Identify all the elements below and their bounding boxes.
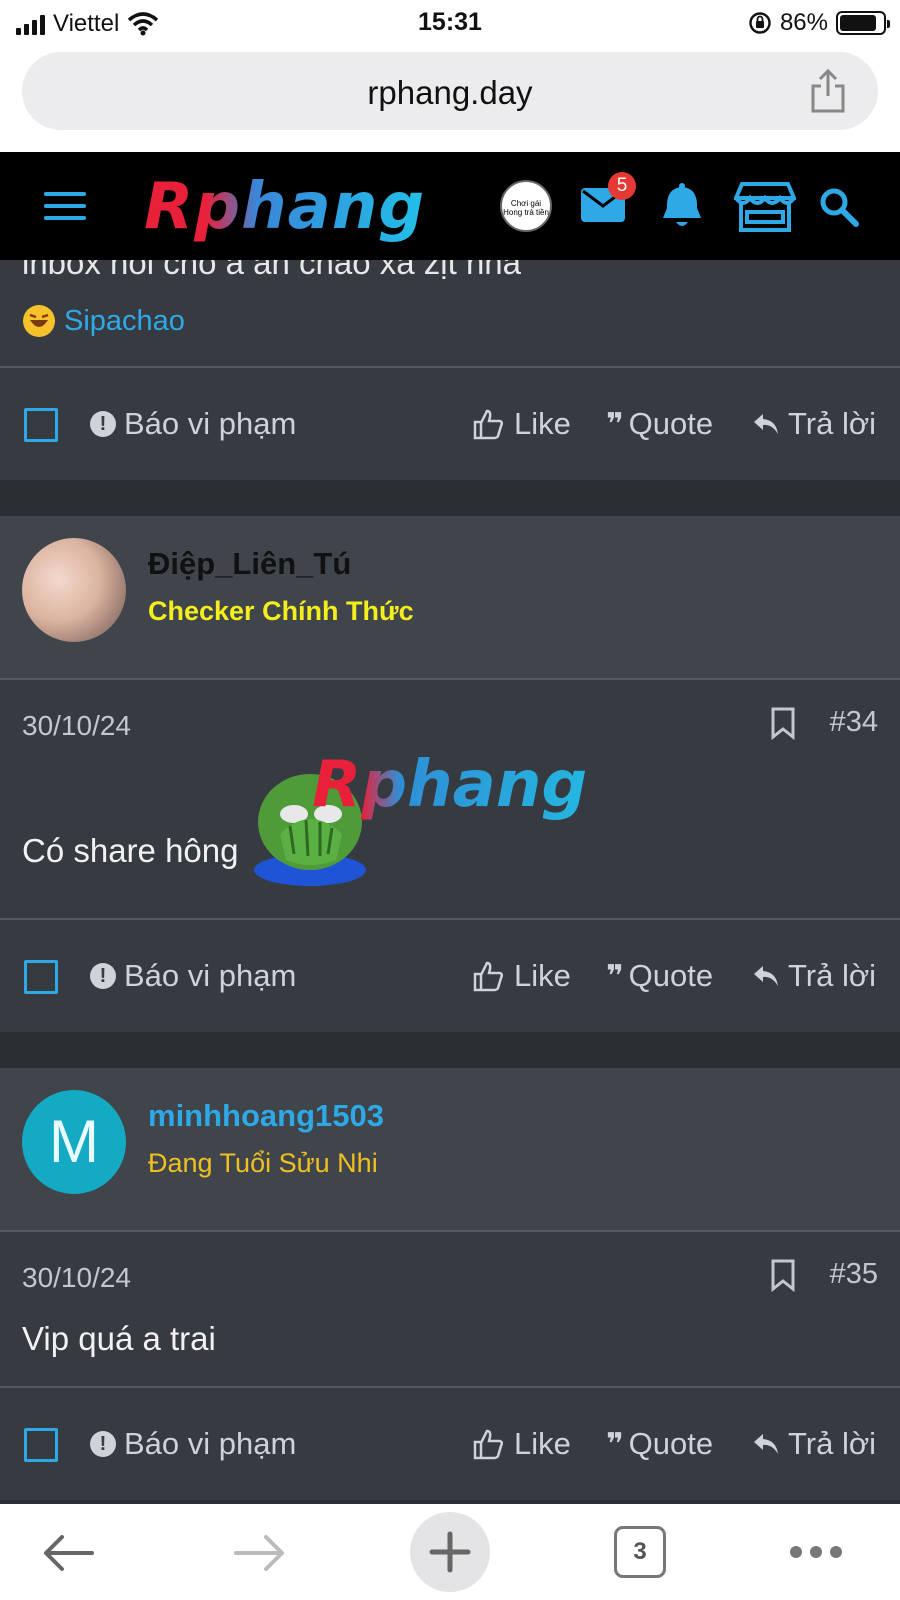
tab-switcher-button[interactable]: 3 — [614, 1526, 666, 1578]
alert-icon: ! — [90, 1431, 116, 1457]
username[interactable]: minhhoang1503 — [148, 1098, 384, 1134]
select-checkbox[interactable] — [24, 408, 58, 442]
avatar[interactable] — [22, 538, 126, 642]
quote-label: Quote — [628, 1426, 714, 1461]
sticker-watermark: Rphang — [312, 748, 588, 822]
search-icon[interactable] — [818, 186, 860, 228]
report-button[interactable]: ! Báo vi phạm — [90, 406, 296, 442]
reply-icon — [754, 414, 778, 434]
reply-icon — [754, 1434, 778, 1454]
bell-icon[interactable] — [660, 182, 704, 230]
like-label: Like — [514, 406, 571, 441]
report-button[interactable]: ! Báo vi phạm — [90, 958, 296, 994]
post-date[interactable]: 30/10/24 — [22, 710, 131, 742]
reaction-summary[interactable]: Sipachao — [22, 304, 185, 338]
like-label: Like — [514, 958, 571, 993]
quote-button[interactable]: ❞ Quote — [606, 406, 713, 442]
thumbs-up-icon — [473, 1429, 504, 1460]
reply-button[interactable]: Trả lời — [752, 1426, 876, 1462]
more-icon[interactable] — [790, 1546, 842, 1558]
alert-icon: ! — [90, 411, 116, 437]
reply-label: Trả lời — [788, 406, 877, 441]
quote-icon: ❞ — [606, 1427, 624, 1461]
reply-label: Trả lời — [788, 958, 877, 993]
post-text: Có share hông — [22, 832, 239, 869]
thumbs-up-icon — [473, 409, 504, 440]
store-icon[interactable] — [734, 180, 796, 234]
new-tab-button[interactable] — [410, 1512, 490, 1592]
forward-arrow-icon[interactable] — [234, 1534, 286, 1572]
post-number[interactable]: #35 — [830, 1258, 878, 1291]
post-actions: ! Báo vi phạm Like ❞ Quote Trả lời — [0, 1388, 900, 1500]
post-user-card: Điệp_Liên_Tú Checker Chính Thức — [0, 516, 900, 678]
bookmark-icon[interactable] — [770, 706, 796, 740]
thumbs-up-icon — [473, 961, 504, 992]
post-user-card: M minhhoang1503 Đang Tuổi Sửu Nhi — [0, 1068, 900, 1230]
report-label: Báo vi phạm — [124, 406, 297, 441]
address-bar[interactable]: rphang.day — [22, 52, 878, 130]
select-checkbox[interactable] — [24, 1428, 58, 1462]
bookmark-icon[interactable] — [770, 1258, 796, 1292]
orientation-lock-icon — [749, 12, 771, 34]
menu-icon[interactable] — [44, 192, 86, 222]
alert-icon: ! — [90, 963, 116, 989]
quote-icon: ❞ — [606, 959, 624, 993]
reply-button[interactable]: Trả lời — [752, 406, 876, 442]
quote-button[interactable]: ❞ Quote — [606, 1426, 713, 1462]
quote-label: Quote — [628, 406, 714, 441]
post-actions: ! Báo vi phạm Like ❞ Quote Trả lời — [0, 368, 900, 480]
status-bar: Viettel 15:31 86% — [0, 0, 900, 46]
quote-icon: ❞ — [606, 407, 624, 441]
select-checkbox[interactable] — [24, 960, 58, 994]
previous-post-body: inbox hỏi cho a ăn cháo xả zịt nha Sipac… — [0, 244, 900, 366]
post-body: 30/10/24 #34 Có share hông Rphang — [0, 680, 900, 918]
avatar[interactable]: M — [22, 1090, 126, 1194]
quote-label: Quote — [628, 958, 714, 993]
report-button[interactable]: ! Báo vi phạm — [90, 1426, 296, 1462]
laughing-emoji-icon — [23, 305, 55, 337]
quote-button[interactable]: ❞ Quote — [606, 958, 713, 994]
post-body: 30/10/24 #35 Vip quá a trai — [0, 1232, 900, 1386]
post-date[interactable]: 30/10/24 — [22, 1262, 131, 1294]
reply-button[interactable]: Trả lời — [752, 958, 876, 994]
post-actions: ! Báo vi phạm Like ❞ Quote Trả lời — [0, 920, 900, 1032]
browser-toolbar: 3 — [0, 1504, 900, 1600]
share-icon[interactable] — [808, 68, 848, 114]
post-text: Vip quá a trai — [22, 1320, 216, 1357]
user-title: Checker Chính Thức — [148, 596, 414, 626]
username[interactable]: Điệp_Liên_Tú — [148, 546, 351, 582]
like-label: Like — [514, 1426, 571, 1461]
report-label: Báo vi phạm — [124, 958, 297, 993]
report-label: Báo vi phạm — [124, 1426, 297, 1461]
site-header: Rphang Chơi gái Hong trả tiền 5 — [0, 152, 900, 260]
mail-badge: 5 — [608, 172, 636, 200]
like-button[interactable]: Like — [472, 1426, 571, 1462]
reply-icon — [754, 966, 778, 986]
reply-label: Trả lời — [788, 1426, 877, 1461]
plus-icon — [429, 1531, 471, 1573]
browser-address-area: rphang.day — [0, 46, 900, 152]
site-logo[interactable]: Rphang — [144, 170, 425, 244]
back-arrow-icon[interactable] — [42, 1534, 94, 1572]
battery-icon — [836, 11, 890, 35]
like-button[interactable]: Like — [472, 406, 571, 442]
battery-percent: 86% — [779, 9, 828, 36]
like-button[interactable]: Like — [472, 958, 571, 994]
url-text[interactable]: rphang.day — [22, 74, 878, 112]
user-title: Đang Tuổi Sửu Nhi — [148, 1148, 378, 1178]
user-avatar[interactable]: Chơi gái Hong trả tiền — [500, 180, 552, 232]
reaction-username[interactable]: Sipachao — [64, 305, 185, 338]
post-number[interactable]: #34 — [830, 706, 878, 739]
